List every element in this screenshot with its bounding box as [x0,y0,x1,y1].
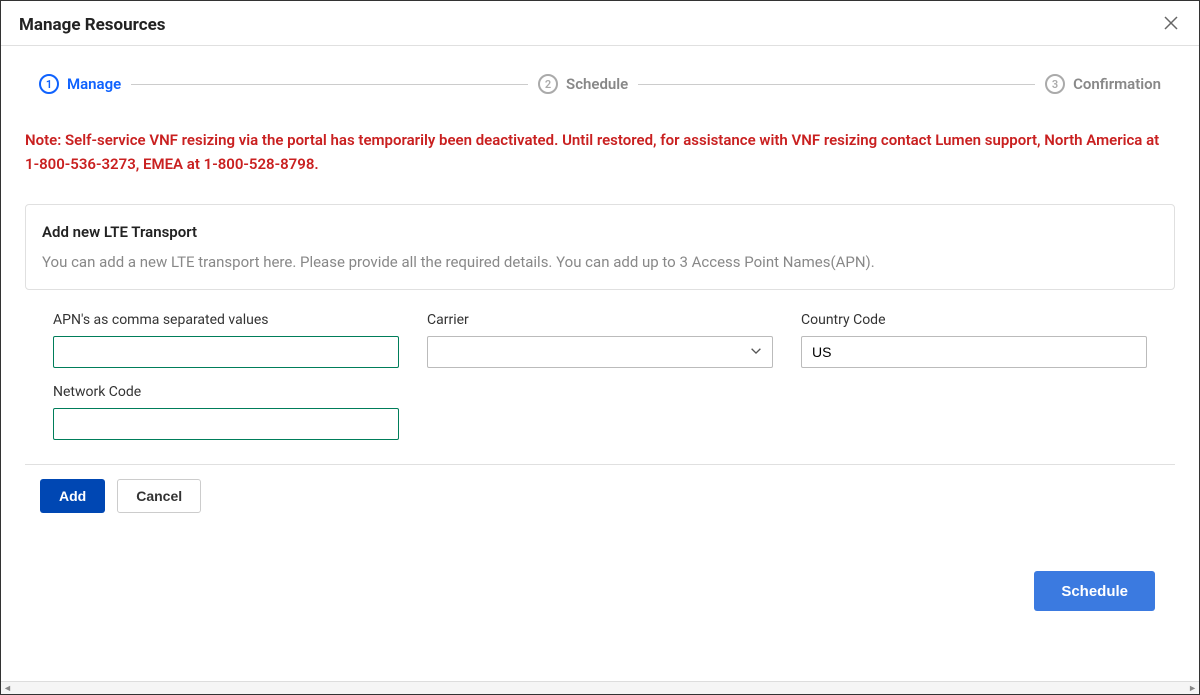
country-code-field-group: Country Code [801,312,1147,368]
dialog-header: Manage Resources [1,1,1199,46]
warning-note: Note: Self-service VNF resizing via the … [25,128,1175,176]
carrier-label: Carrier [427,312,773,328]
network-code-field-group: Network Code [53,384,399,440]
cancel-button[interactable]: Cancel [117,479,201,513]
card-title: Add new LTE Transport [42,223,1158,241]
scroll-right-icon: ► [1188,683,1197,694]
step-label: Manage [67,75,121,93]
scroll-left-icon: ◄ [3,683,12,694]
apn-field-group: APN's as comma separated values [53,312,399,368]
content-area: Note: Self-service VNF resizing via the … [1,114,1199,694]
close-icon [1163,15,1179,35]
close-button[interactable] [1161,15,1181,35]
card-description: You can add a new LTE transport here. Pl… [42,253,1158,271]
step-schedule[interactable]: 2 Schedule [538,74,628,94]
schedule-action-wrap: Schedule [25,513,1175,635]
step-label: Confirmation [1073,75,1161,93]
apn-input[interactable] [53,336,399,368]
horizontal-scrollbar[interactable]: ◄ ► [1,681,1199,694]
network-code-input[interactable] [53,408,399,440]
network-code-label: Network Code [53,384,399,400]
form-row-1: APN's as comma separated values Carrier [25,312,1175,368]
manage-resources-dialog: Manage Resources 1 Manage 2 Schedule 3 C… [1,1,1199,694]
apn-label: APN's as comma separated values [53,312,399,328]
carrier-select[interactable] [427,336,773,368]
add-button[interactable]: Add [40,479,105,513]
step-divider [638,84,1035,85]
dialog-title: Manage Resources [19,15,165,35]
step-number: 1 [39,74,59,94]
step-number: 3 [1045,74,1065,94]
lte-transport-card: Add new LTE Transport You can add a new … [25,204,1175,290]
country-code-label: Country Code [801,312,1147,328]
step-divider [131,84,528,85]
step-manage[interactable]: 1 Manage [39,74,121,94]
step-confirmation[interactable]: 3 Confirmation [1045,74,1161,94]
carrier-field-group: Carrier [427,312,773,368]
country-code-input[interactable] [801,336,1147,368]
step-number: 2 [538,74,558,94]
schedule-button[interactable]: Schedule [1034,571,1155,611]
form-row-2: Network Code [25,384,1175,440]
step-label: Schedule [566,75,628,93]
stepper: 1 Manage 2 Schedule 3 Confirmation [1,46,1199,114]
form-actions: Add Cancel [25,464,1175,513]
